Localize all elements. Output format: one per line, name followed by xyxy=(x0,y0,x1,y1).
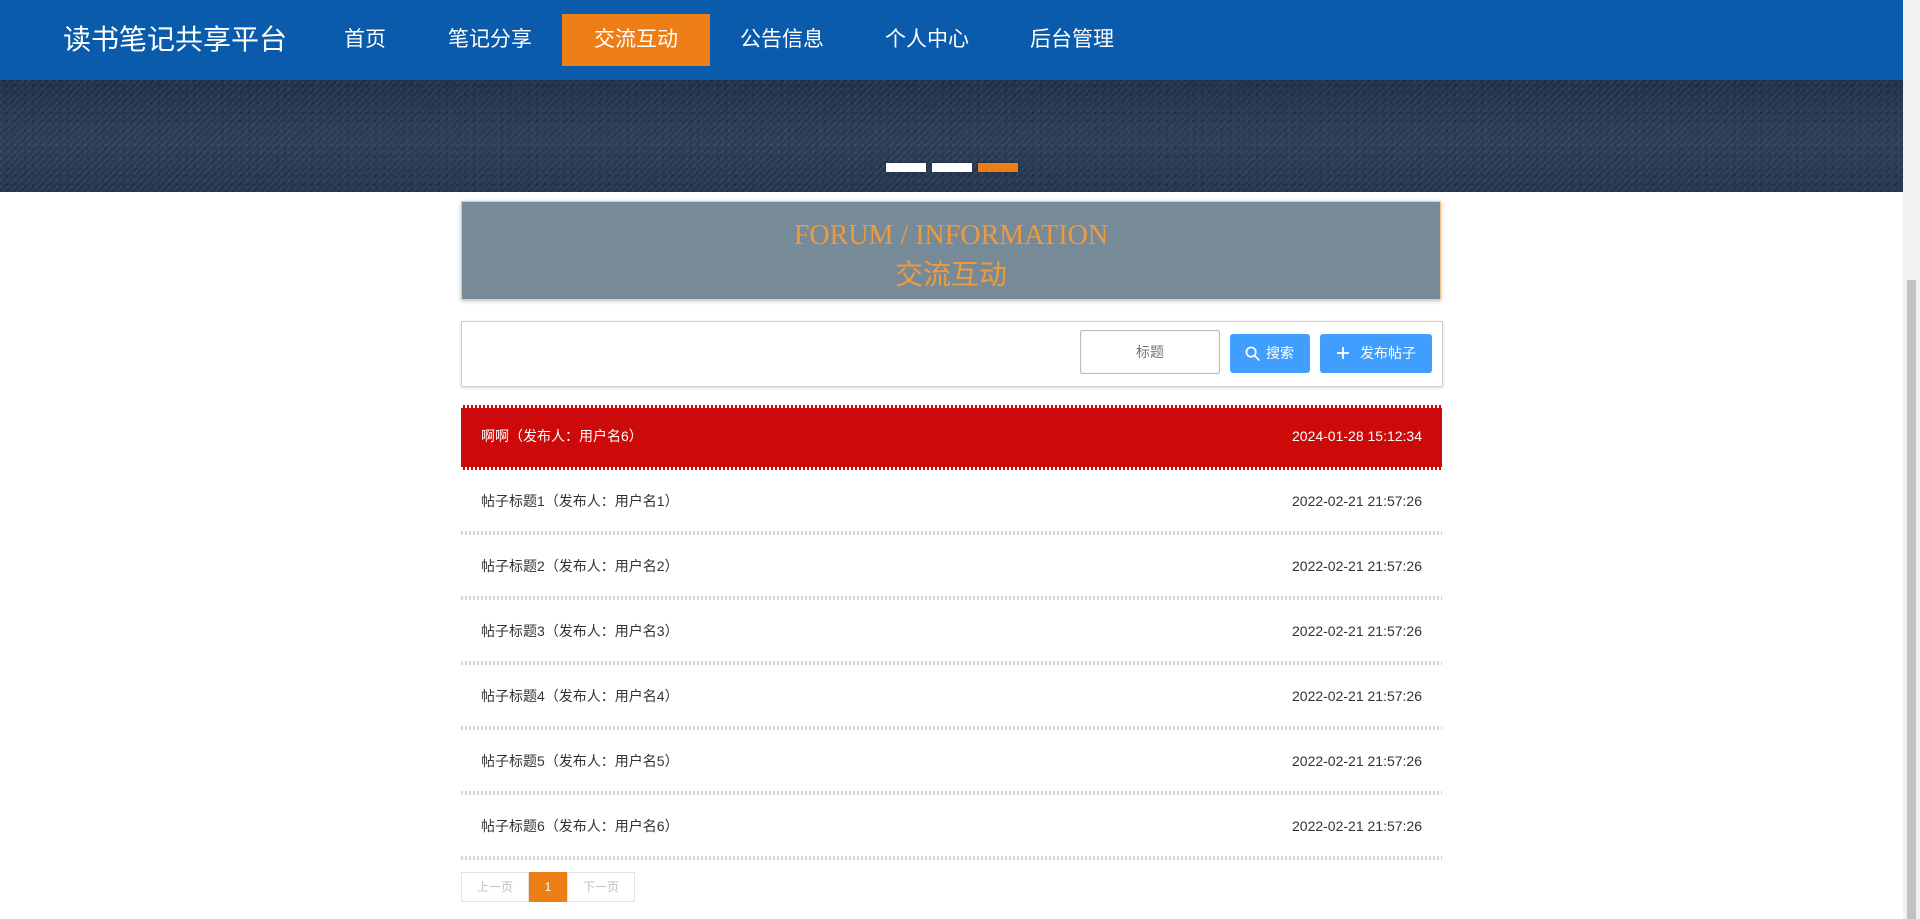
scrollbar-thumb[interactable] xyxy=(1907,280,1916,919)
carousel-dot-1[interactable] xyxy=(886,163,926,172)
post-row[interactable]: 帖子标题6（发布人：用户名6） 2022-02-21 21:57:26 xyxy=(461,795,1442,860)
section-title-cn: 交流互动 xyxy=(894,260,1007,291)
post-title[interactable]: 帖子标题1（发布人：用户名1） xyxy=(481,470,679,533)
nav-notes-share[interactable]: 笔记分享 xyxy=(430,14,550,66)
carousel-dot-3[interactable] xyxy=(978,163,1018,172)
page-scrollbar[interactable] xyxy=(1903,0,1920,919)
post-title[interactable]: 帖子标题6（发布人：用户名6） xyxy=(481,795,679,858)
next-page-button[interactable]: 下一页 xyxy=(567,872,635,902)
post-row[interactable]: 帖子标题4（发布人：用户名4） 2022-02-21 21:57:26 xyxy=(461,665,1442,730)
post-title[interactable]: 帖子标题3（发布人：用户名3） xyxy=(481,600,679,663)
plus-icon xyxy=(1337,347,1349,359)
post-thread-button[interactable]: 发布帖子 xyxy=(1320,334,1432,373)
post-date: 2022-02-21 21:57:26 xyxy=(1292,493,1422,509)
title-search-input[interactable] xyxy=(1080,330,1220,374)
post-date: 2022-02-21 21:57:26 xyxy=(1292,688,1422,704)
carousel-dot-2[interactable] xyxy=(932,163,972,172)
post-row[interactable]: 帖子标题5（发布人：用户名5） 2022-02-21 21:57:26 xyxy=(461,730,1442,795)
post-thread-button-label: 发布帖子 xyxy=(1360,345,1416,361)
section-title-en: FORUM / INFORMATION xyxy=(793,220,1109,251)
search-button-label: 搜索 xyxy=(1266,345,1294,361)
search-bar: 搜索 发布帖子 xyxy=(461,321,1443,387)
nav-announcements[interactable]: 公告信息 xyxy=(720,14,844,66)
nav-forum[interactable]: 交流互动 xyxy=(562,14,710,66)
nav-personal-center[interactable]: 个人中心 xyxy=(865,14,989,66)
prev-page-button[interactable]: 上一页 xyxy=(461,872,529,902)
site-brand[interactable]: 读书笔记共享平台 xyxy=(63,20,287,60)
post-date: 2022-02-21 21:57:26 xyxy=(1292,558,1422,574)
post-row[interactable]: 啊啊（发布人：用户名6） 2024-01-28 15:12:34 xyxy=(461,405,1442,470)
post-row[interactable]: 帖子标题3（发布人：用户名3） 2022-02-21 21:57:26 xyxy=(461,600,1442,665)
post-title[interactable]: 帖子标题2（发布人：用户名2） xyxy=(481,535,679,598)
banner-carousel xyxy=(0,80,1903,192)
post-title[interactable]: 啊啊（发布人：用户名6） xyxy=(481,405,643,468)
post-date: 2024-01-28 15:12:34 xyxy=(1292,428,1422,444)
post-row[interactable]: 帖子标题2（发布人：用户名2） 2022-02-21 21:57:26 xyxy=(461,535,1442,600)
search-icon xyxy=(1245,346,1260,361)
post-row[interactable]: 帖子标题1（发布人：用户名1） 2022-02-21 21:57:26 xyxy=(461,470,1442,535)
post-date: 2022-02-21 21:57:26 xyxy=(1292,623,1422,639)
top-navbar: 读书笔记共享平台 首页 笔记分享 交流互动 公告信息 个人中心 后台管理 xyxy=(0,0,1903,80)
post-title[interactable]: 帖子标题4（发布人：用户名4） xyxy=(481,665,679,728)
post-date: 2022-02-21 21:57:26 xyxy=(1292,818,1422,834)
section-title-box: FORUM / INFORMATION 交流互动 xyxy=(461,201,1441,300)
page-1-button[interactable]: 1 xyxy=(529,872,567,902)
search-button[interactable]: 搜索 xyxy=(1230,334,1310,373)
post-title[interactable]: 帖子标题5（发布人：用户名5） xyxy=(481,730,679,793)
nav-home[interactable]: 首页 xyxy=(320,14,410,66)
post-date: 2022-02-21 21:57:26 xyxy=(1292,753,1422,769)
nav-admin[interactable]: 后台管理 xyxy=(1010,14,1134,66)
row-divider xyxy=(461,856,1442,860)
